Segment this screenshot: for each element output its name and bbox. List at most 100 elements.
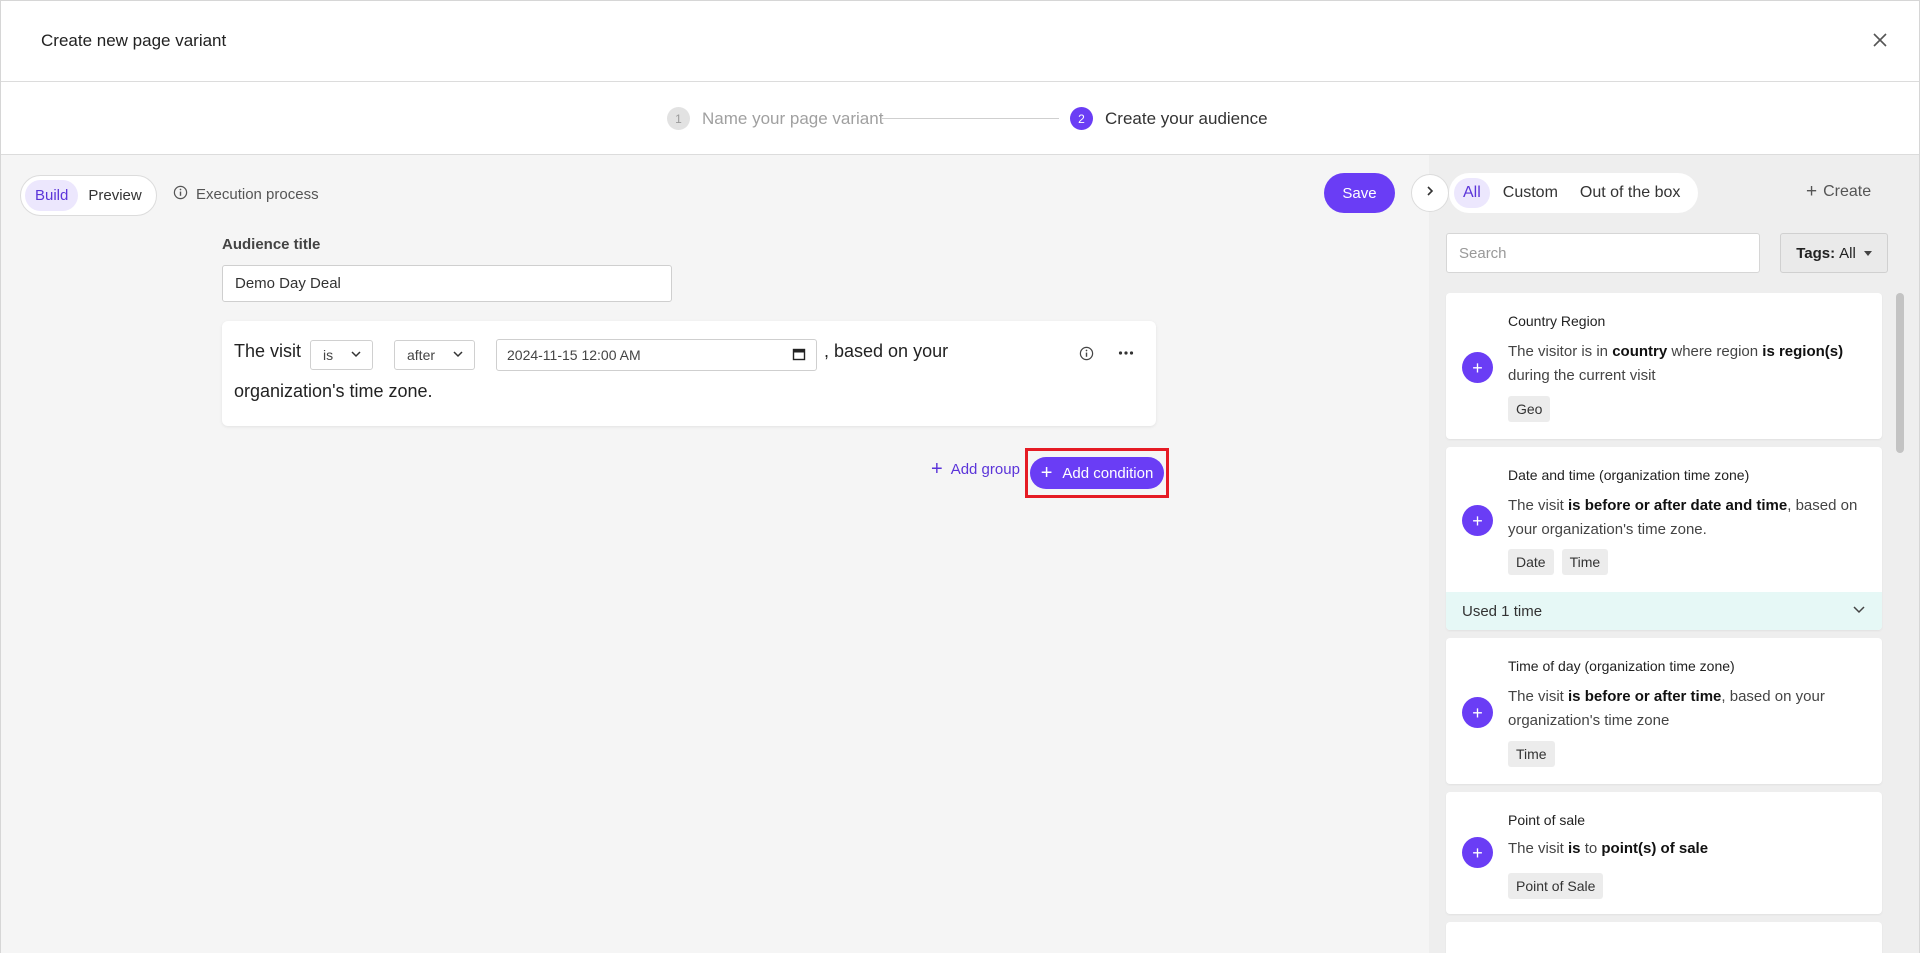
add-condition-button[interactable]: + Add condition [1030,457,1164,489]
step-number: 2 [1070,107,1093,130]
calendar-icon[interactable] [792,347,806,364]
step-label: Create your audience [1105,108,1268,128]
panel-scrollbar[interactable] [1896,293,1904,453]
add-template-button[interactable]: + [1462,352,1493,383]
add-group-label: Add group [950,460,1020,478]
step-name-variant[interactable]: 1 Name your page variant [667,107,883,130]
chevron-down-icon [1852,602,1866,620]
info-icon [173,185,188,204]
template-description: The visit is before or after time, based… [1508,685,1858,733]
template-title: Country Region [1508,313,1606,329]
tag: Time [1508,741,1555,767]
desc-part: is region(s) [1762,343,1844,360]
tag: Time [1561,549,1609,575]
step-create-audience[interactable]: 2 Create your audience [1070,107,1268,130]
plus-icon: + [1472,510,1483,531]
desc-part: during the current visit [1508,367,1656,384]
datetime-value: 2024-11-15 12:00 AM [507,347,641,363]
add-group-button[interactable]: + Add group [931,459,1020,479]
plus-icon: + [1472,842,1483,863]
tag: Geo [1508,396,1551,422]
tab-out-of-the-box[interactable]: Out of the box [1571,178,1690,208]
execution-process-link[interactable]: Execution process [173,185,319,204]
add-template-button[interactable]: + [1462,505,1493,536]
mode-toggle: Build Preview [20,175,157,216]
tags-label: Tags: [1796,244,1836,262]
desc-part: The visit [1508,688,1569,705]
template-title: Time of day (organization time zone) [1508,658,1735,674]
template-card-country-region[interactable]: + Country Region The visitor is in count… [1446,293,1882,439]
chevron-right-icon [1424,184,1436,202]
step-connector [881,118,1059,119]
add-template-button[interactable]: + [1462,837,1493,868]
chevron-down-icon [350,347,362,363]
collapse-panel-button[interactable] [1411,174,1449,212]
plus-icon: + [1472,357,1483,378]
add-condition-highlight: + Add condition [1025,448,1169,498]
audience-title-input[interactable]: Demo Day Deal [222,265,672,302]
tab-custom[interactable]: Custom [1494,178,1567,208]
desc-part: is [1568,840,1581,857]
modal-title: Create new page variant [41,31,227,50]
operator-value: is [323,347,334,363]
step-label: Name your page variant [702,108,884,128]
condition-prefix: The visit [234,341,302,361]
relation-value: after [407,347,436,363]
create-button[interactable]: + Create [1806,182,1871,201]
template-card-time-of-day[interactable]: + Time of day (organization time zone) T… [1446,638,1882,784]
info-icon[interactable] [1074,341,1098,365]
template-title: Date and time (organization time zone) [1508,467,1750,483]
modal-header: Create new page variant [1,1,1919,82]
template-description: The visit is to point(s) of sale [1508,837,1858,861]
step-number: 1 [667,107,690,130]
search-input[interactable]: Search [1446,233,1760,273]
desc-part: is before or after date and time [1568,497,1788,514]
stepper: 1 Name your page variant 2 Create your a… [1,83,1919,155]
desc-part: is before or after time [1568,688,1722,705]
desc-part: The visit [1508,497,1569,514]
add-condition-label: Add condition [1062,464,1154,482]
template-card-date-time[interactable]: + Date and time (organization time zone)… [1446,447,1882,630]
create-label: Create [1823,182,1872,200]
tags-filter-dropdown[interactable]: Tags: All [1780,233,1888,273]
usage-expander[interactable]: Used 1 time [1446,592,1882,630]
audience-builder: Build Preview Execution process Save Aud… [1,155,1449,953]
condition-card: The visit is after 2024-11-15 12:00 AM ,… [222,321,1156,426]
datetime-input[interactable]: 2024-11-15 12:00 AM [496,339,817,371]
chevron-down-icon [452,347,464,363]
tags-value: All [1839,244,1856,262]
desc-part: country [1612,343,1668,360]
plus-icon: + [1040,462,1053,484]
close-icon[interactable] [1867,27,1893,53]
tag: Point of Sale [1508,873,1604,899]
usage-count: Used 1 time [1462,602,1543,620]
desc-part: The visitor is in [1508,343,1613,360]
create-page-variant-modal: Create new page variant 1 Name your page… [0,0,1920,953]
plus-icon: + [1806,181,1818,202]
template-tags: Point of Sale [1508,873,1611,899]
more-horizontal-icon[interactable] [1114,341,1138,365]
template-card-partial[interactable] [1446,922,1882,953]
desc-part: to [1580,840,1602,857]
execution-process-label: Execution process [196,186,319,203]
template-tags: Time [1508,741,1563,767]
audience-title-label: Audience title [222,236,321,253]
desc-part: where region [1667,343,1763,360]
condition-suffix: , based on your [824,341,949,361]
template-card-point-of-sale[interactable]: + Point of sale The visit is to point(s)… [1446,792,1882,914]
tab-all[interactable]: All [1454,178,1490,208]
condition-suffix-line2: organization's time zone. [234,381,433,401]
template-tags: Geo [1508,396,1558,422]
desc-part: point(s) of sale [1601,840,1709,857]
plus-icon: + [1472,702,1483,723]
build-tab[interactable]: Build [25,180,79,211]
add-template-button[interactable]: + [1462,697,1493,728]
template-description: The visitor is in country where region i… [1508,340,1858,388]
operator-select[interactable]: is [310,340,373,370]
caret-down-icon [1863,250,1872,256]
plus-icon: + [931,458,943,480]
template-title: Point of sale [1508,812,1586,828]
preview-tab[interactable]: Preview [78,180,151,211]
save-button[interactable]: Save [1324,173,1395,213]
relation-select[interactable]: after [394,340,475,370]
